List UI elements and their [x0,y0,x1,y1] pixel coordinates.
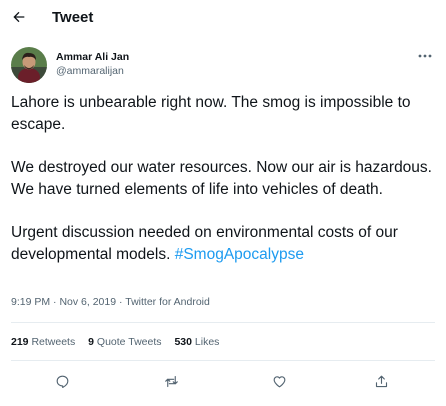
likes-stat[interactable]: 530 Likes [174,336,219,349]
more-horizontal-icon [418,54,432,58]
retweets-stat[interactable]: 219 Retweets [11,336,75,349]
quote-tweets-stat[interactable]: 9 Quote Tweets [88,336,161,349]
retweets-label: Retweets [31,336,76,348]
arrow-left-icon [13,11,25,23]
quote-tweets-label: Quote Tweets [96,336,162,348]
share-button[interactable] [370,370,392,392]
divider [11,322,435,323]
tweet-stats: 219 Retweets 9 Quote Tweets 530 Likes [11,336,229,349]
back-button[interactable] [6,4,32,30]
author-name[interactable]: Ammar Ali Jan [56,51,129,64]
page-title: Tweet [52,9,94,26]
likes-count: 530 [174,336,192,348]
tweet-paragraph: We destroyed our water resources. Now ou… [11,159,432,198]
author-handle[interactable]: @ammaralijan [56,65,124,78]
tweet-source[interactable]: Twitter for Android [125,296,210,308]
tweet-paragraph: Lahore is unbearable right now. The smog… [11,94,411,133]
like-button[interactable] [268,370,290,392]
retweet-button[interactable] [160,370,182,392]
author-block: Ammar Ali Jan @ammaralijan [11,45,435,85]
avatar[interactable] [11,47,47,83]
retweet-icon [164,375,178,387]
share-icon [375,375,387,387]
likes-label: Likes [194,336,220,348]
heart-icon [273,375,285,387]
reply-icon [56,375,68,388]
tweet-time[interactable]: 9:19 PM [11,296,50,308]
quote-tweets-count: 9 [88,336,94,348]
tweet-paragraph: Urgent discussion needed on environmenta… [11,222,435,266]
hashtag-link[interactable]: #SmogApocalypse [175,246,304,263]
more-button[interactable] [415,49,435,63]
action-bar [0,370,446,392]
divider [11,360,435,361]
tweet-meta: 9:19 PM · Nov 6, 2019 · Twitter for Andr… [11,296,210,309]
tweet-date[interactable]: Nov 6, 2019 [59,296,116,308]
top-bar: Tweet [0,0,446,36]
retweets-count: 219 [11,336,29,348]
tweet-text: Lahore is unbearable right now. The smog… [11,92,435,266]
meta-separator: · [116,296,126,308]
reply-button[interactable] [51,370,73,392]
